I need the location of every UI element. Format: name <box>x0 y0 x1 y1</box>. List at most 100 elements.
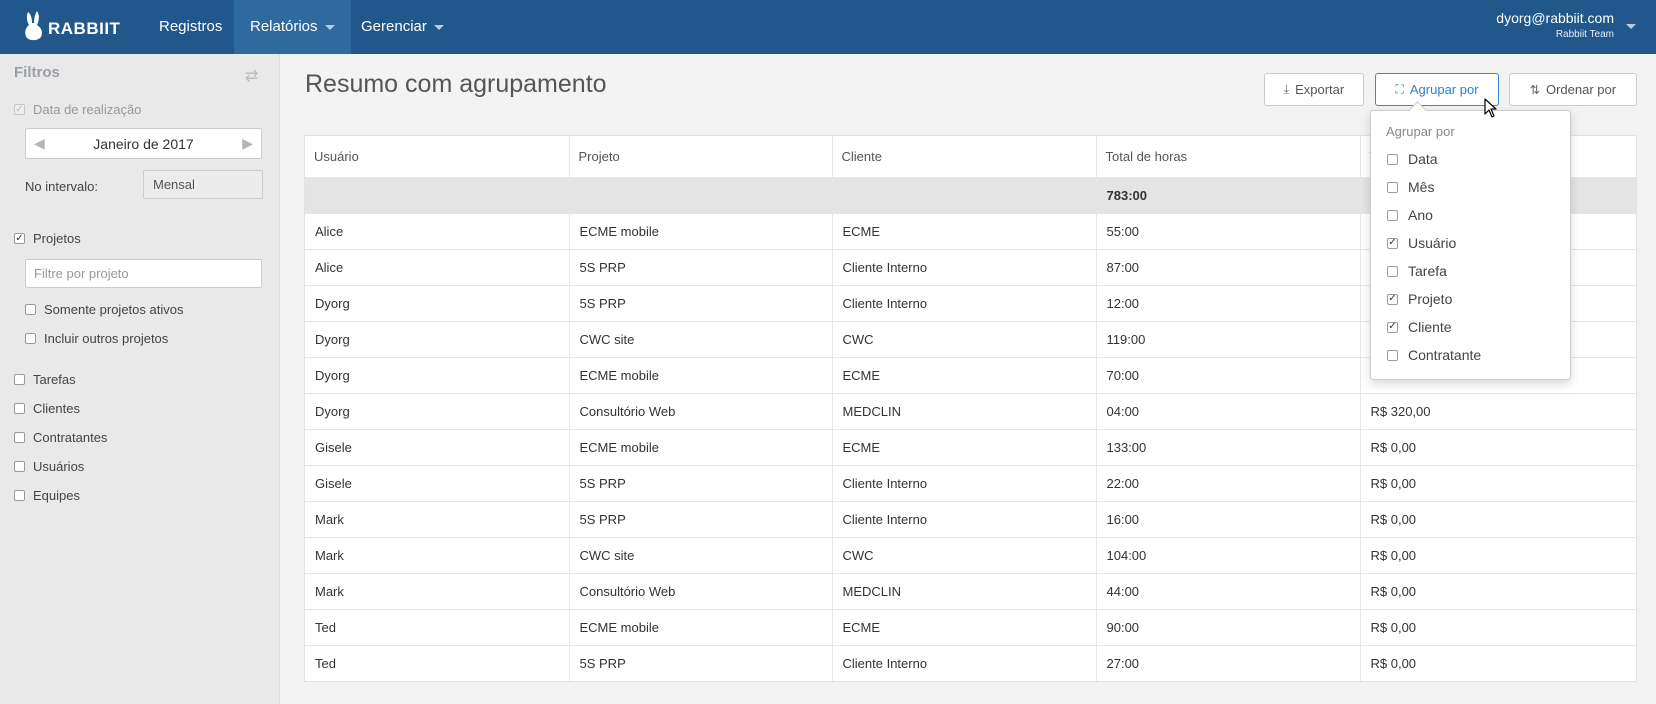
user-menu[interactable]: dyorg@rabbiit.com Rabbiit Team <box>1496 10 1614 43</box>
total-hours-cell: 783:00 <box>1096 176 1361 213</box>
user-team: Rabbiit Team <box>1555 29 1614 40</box>
table-cell: Dyorg <box>305 284 570 321</box>
table-cell: Dyorg <box>305 356 570 393</box>
table-cell: Mark <box>305 536 570 573</box>
group-by-button[interactable]: ⛶ Agrupar por <box>1375 73 1499 106</box>
table-cell: R$ 0,00 <box>1360 428 1636 465</box>
table-cell: Gisele <box>305 428 570 465</box>
teams-label: Equipes <box>33 488 80 503</box>
table-cell: CWC <box>832 320 1097 357</box>
nav-registros[interactable]: Registros <box>143 0 238 54</box>
column-header[interactable]: Usuário <box>305 136 570 177</box>
table-cell: MEDCLIN <box>832 392 1097 429</box>
contractors-filter-toggle[interactable]: Contratantes <box>14 430 107 445</box>
tasks-label: Tarefas <box>33 372 76 387</box>
order-by-button[interactable]: ⇅ Ordenar por <box>1509 73 1637 106</box>
table-cell: ECME <box>832 212 1097 249</box>
projects-filter-toggle[interactable]: ✓ Projetos <box>14 231 81 246</box>
table-cell: Cliente Interno <box>832 248 1097 285</box>
table-cell: ECME mobile <box>569 428 833 465</box>
table-cell: CWC site <box>569 536 833 573</box>
chevron-down-icon[interactable] <box>1626 24 1636 29</box>
table-cell: 119:00 <box>1096 320 1361 357</box>
clients-filter-toggle[interactable]: Clientes <box>14 401 80 416</box>
checkbox-icon <box>14 490 25 501</box>
export-button[interactable]: ⤓ Exportar <box>1264 73 1364 106</box>
group-option-contratante[interactable]: Contratante <box>1387 347 1481 363</box>
checkbox-icon <box>14 461 25 472</box>
table-cell: 90:00 <box>1096 608 1361 645</box>
table-cell: Cliente Interno <box>832 284 1097 321</box>
option-label: Usuário <box>1408 235 1457 251</box>
table-cell: Alice <box>305 212 570 249</box>
active-projects-label: Somente projetos ativos <box>44 302 184 317</box>
month-picker: ◀ Janeiro de 2017 ▶ <box>25 128 262 159</box>
user-email: dyorg@rabbiit.com <box>1496 10 1614 26</box>
order-by-label: Ordenar por <box>1545 82 1617 97</box>
option-label: Projeto <box>1408 291 1453 307</box>
table-cell: ECME <box>832 356 1097 393</box>
nav-relatorios-label: Relatórios <box>250 18 318 35</box>
column-header[interactable]: Cliente <box>832 136 1097 177</box>
active-projects-toggle[interactable]: Somente projetos ativos <box>25 302 183 317</box>
table-row: Mark 5S PRP Cliente Interno 16:00 R$ 0,00 <box>305 500 1636 537</box>
dropdown-header: Agrupar por <box>1386 124 1455 139</box>
users-filter-toggle[interactable]: Usuários <box>14 459 84 474</box>
column-header[interactable]: Total de horas <box>1096 136 1361 177</box>
teams-filter-toggle[interactable]: Equipes <box>14 488 80 503</box>
group-option-mes[interactable]: Mês <box>1387 179 1434 195</box>
retweet-icon[interactable]: ⇄ <box>245 66 258 86</box>
group-option-data[interactable]: Data <box>1387 151 1438 167</box>
chevron-down-icon <box>324 24 335 30</box>
table-cell: 44:00 <box>1096 572 1361 609</box>
project-filter-input[interactable] <box>25 259 262 288</box>
table-cell: Dyorg <box>305 320 570 357</box>
table-row: Gisele 5S PRP Cliente Interno 22:00 R$ 0,00 <box>305 464 1636 501</box>
checkbox-icon <box>1387 265 1398 277</box>
checkbox-checked-icon: ✓ <box>1387 293 1398 305</box>
table-cell: Mark <box>305 500 570 537</box>
table-cell: ECME mobile <box>569 212 833 249</box>
table-cell: R$ 0,00 <box>1360 572 1636 609</box>
checkbox-icon <box>14 403 25 414</box>
month-label: Janeiro de 2017 <box>93 135 194 152</box>
table-cell: MEDCLIN <box>832 572 1097 609</box>
option-label: Mês <box>1408 179 1435 195</box>
table-cell <box>305 176 570 213</box>
checkbox-icon <box>14 432 25 443</box>
next-month-icon[interactable]: ▶ <box>242 135 253 152</box>
group-by-dropdown: Agrupar por Data Mês Ano ✓ Usuário Tarefa… <box>1370 110 1571 380</box>
table-cell: 104:00 <box>1096 536 1361 573</box>
table-cell: R$ 0,00 <box>1360 500 1636 537</box>
option-label: Contratante <box>1408 347 1482 363</box>
group-option-cliente[interactable]: ✓ Cliente <box>1387 319 1452 335</box>
date-filter-toggle[interactable]: ✓ Data de realização <box>14 102 141 117</box>
table-cell: 70:00 <box>1096 356 1361 393</box>
group-option-ano[interactable]: Ano <box>1387 207 1433 223</box>
table-cell: Alice <box>305 248 570 285</box>
other-projects-toggle[interactable]: Incluir outros projetos <box>25 331 168 346</box>
contractors-label: Contratantes <box>33 430 108 445</box>
checkbox-checked-icon: ✓ <box>1387 237 1398 249</box>
checkbox-icon <box>25 333 36 344</box>
tasks-filter-toggle[interactable]: Tarefas <box>14 372 76 387</box>
table-cell: Ted <box>305 644 570 681</box>
group-option-projeto[interactable]: ✓ Projeto <box>1387 291 1452 307</box>
top-navbar: RABBIIT Registros Relatórios Gerenciar d… <box>0 0 1656 54</box>
column-header[interactable]: Projeto <box>569 136 833 177</box>
checkbox-checked-icon: ✓ <box>14 232 25 244</box>
table-cell: Dyorg <box>305 392 570 429</box>
prev-month-icon[interactable]: ◀ <box>34 135 45 152</box>
nav-relatorios[interactable]: Relatórios <box>234 0 351 54</box>
interval-select[interactable]: Mensal <box>143 170 263 199</box>
brand-logo[interactable]: RABBIIT <box>22 8 120 44</box>
group-option-tarefa[interactable]: Tarefa <box>1387 263 1447 279</box>
nav-gerenciar-label: Gerenciar <box>361 18 427 35</box>
group-option-usuario[interactable]: ✓ Usuário <box>1387 235 1456 251</box>
nav-gerenciar[interactable]: Gerenciar <box>345 0 460 54</box>
checkbox-icon <box>1387 209 1398 221</box>
checkbox-checked-icon: ✓ <box>14 103 25 115</box>
table-cell: ECME <box>832 428 1097 465</box>
table-row: Ted ECME mobile ECME 90:00 R$ 0,00 <box>305 608 1636 645</box>
checkbox-icon <box>1387 181 1398 193</box>
